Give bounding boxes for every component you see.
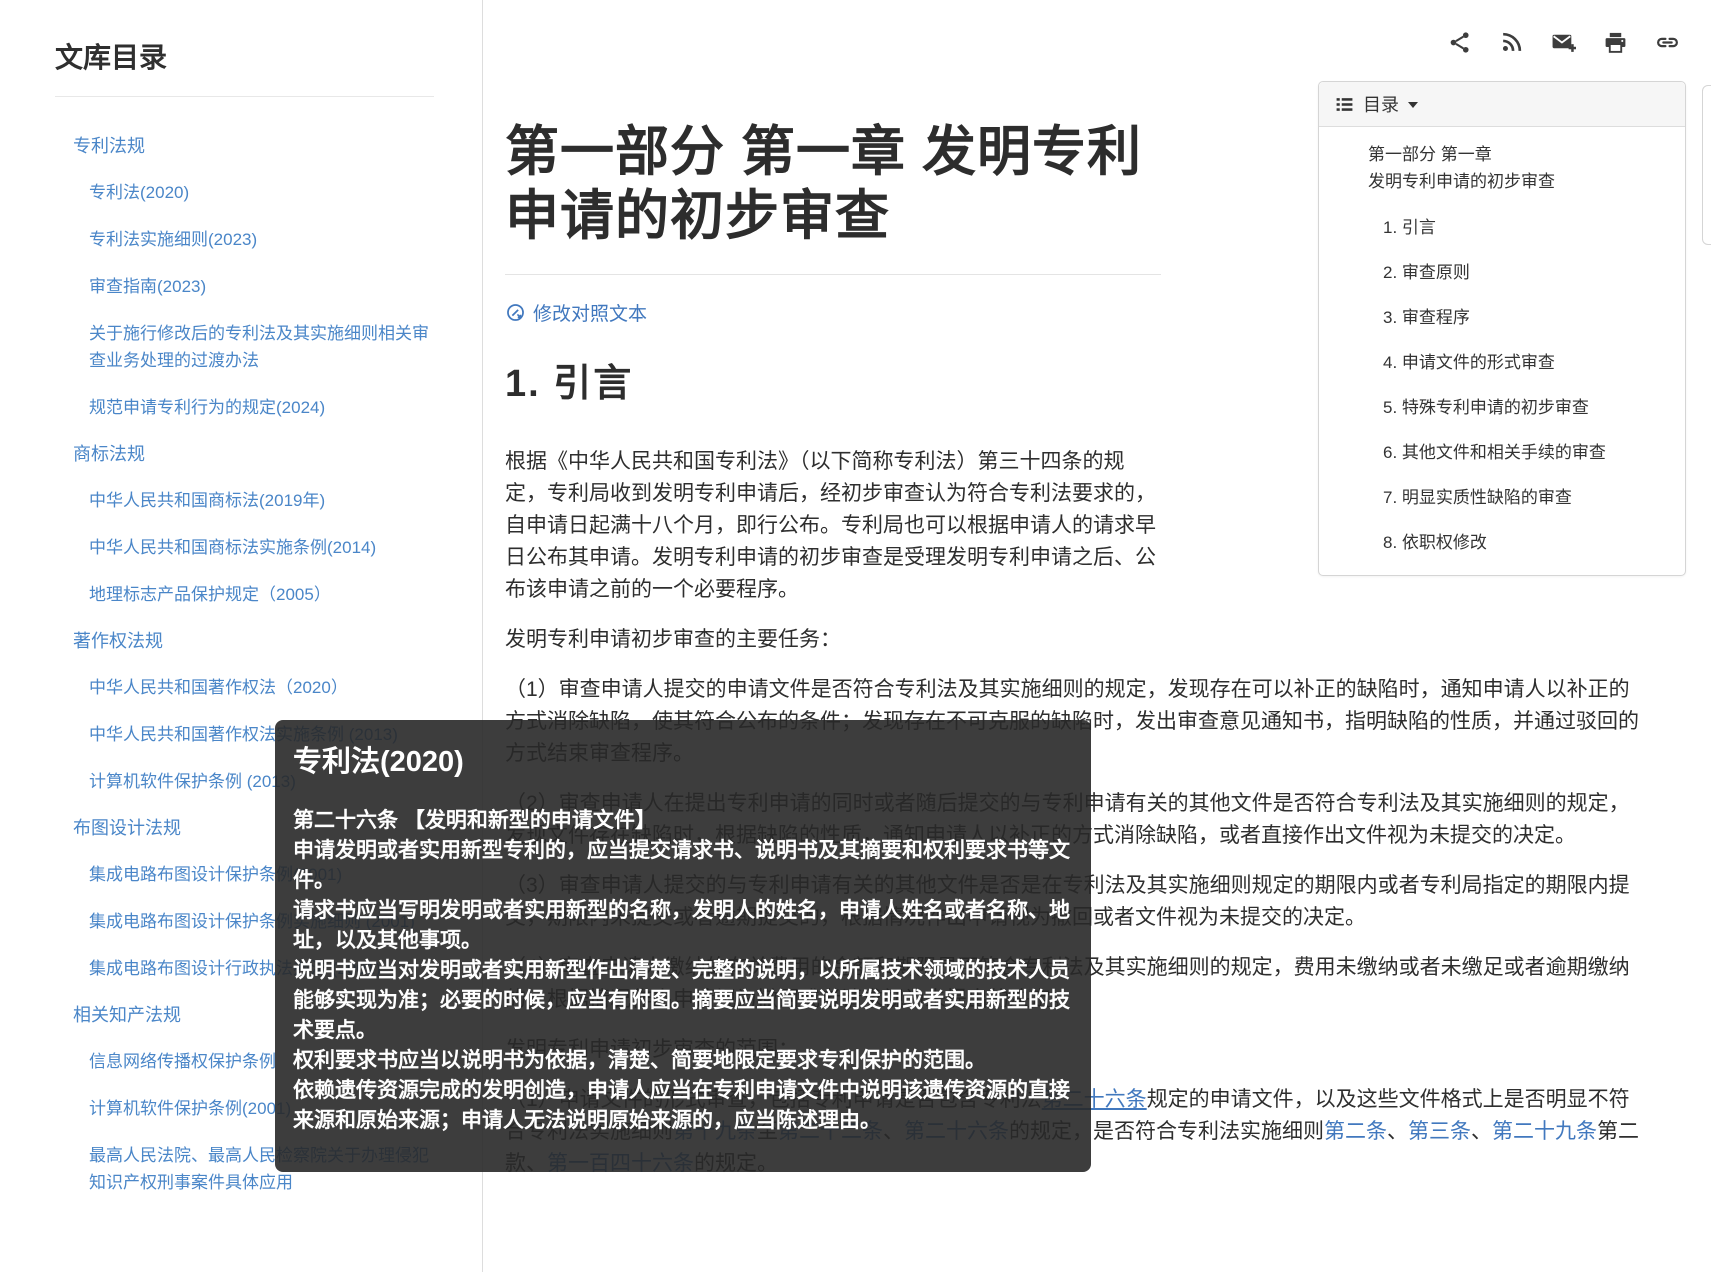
sidebar-category-patent-law[interactable]: 专利法规 — [73, 133, 434, 159]
tooltip-paragraph: 说明书应当对发明或者实用新型作出清楚、完整的说明，以所属技术领域的技术人员能够实… — [293, 956, 1071, 1046]
toc-item-5[interactable]: 5. 特殊专利申请的初步审查 — [1319, 396, 1675, 420]
list-icon — [1335, 95, 1354, 114]
caret-down-icon — [1408, 102, 1418, 108]
sidebar-item[interactable]: 专利法(2020) — [89, 179, 437, 206]
toc-item-7[interactable]: 7. 明显实质性缺陷的审查 — [1319, 486, 1675, 510]
toc-item-3[interactable]: 3. 审查程序 — [1319, 306, 1675, 330]
link-icon[interactable] — [1655, 30, 1680, 55]
toc-header[interactable]: 目录 — [1319, 82, 1685, 127]
sidebar-category-trademark-law[interactable]: 商标法规 — [73, 441, 434, 467]
tooltip-paragraph: 申请发明或者实用新型专利的，应当提交请求书、说明书及其摘要和权利要求书等文件。 — [293, 836, 1071, 896]
title-divider — [505, 274, 1161, 275]
compare-text-link[interactable]: 修改对照文本 — [533, 299, 647, 326]
sidebar-divider — [55, 96, 434, 97]
law-article-tooltip: 专利法(2020) 第二十六条 【发明和新型的申请文件】 申请发明或者实用新型专… — [275, 720, 1091, 1172]
share-icon[interactable] — [1447, 30, 1472, 55]
sidebar-item[interactable]: 中华人民共和国著作权法（2020） — [89, 674, 437, 701]
rss-icon[interactable] — [1499, 30, 1524, 55]
sidebar-category-copyright-law[interactable]: 著作权法规 — [73, 628, 434, 654]
toc-panel: 目录 第一部分 第一章 发明专利申请的初步审查 1. 引言 2. 审查原则 3.… — [1318, 81, 1686, 576]
law-article-link[interactable]: 第二条 — [1324, 1120, 1387, 1143]
sidebar-title: 文库目录 — [55, 38, 482, 78]
toc-title: 目录 — [1363, 91, 1399, 117]
toc-chapter-link[interactable]: 第一部分 第一章 发明专利申请的初步审查 — [1319, 141, 1675, 195]
print-icon[interactable] — [1603, 30, 1628, 55]
toc-chapter-line1: 第一部分 第一章 — [1368, 141, 1675, 168]
text-segment: 、 — [1471, 1120, 1492, 1143]
tooltip-paragraph: 依赖遗传资源完成的发明创造，申请人应当在专利申请文件中说明该遗传资源的直接来源和… — [293, 1076, 1071, 1136]
tooltip-paragraph: 请求书应当写明发明或者实用新型的名称，发明人的姓名，申请人姓名或者名称、地址，以… — [293, 896, 1071, 956]
offscreen-panel-edge — [1702, 85, 1711, 245]
toc-item-1[interactable]: 1. 引言 — [1319, 216, 1675, 240]
sidebar-item[interactable]: 中华人民共和国商标法实施条例(2014) — [89, 534, 437, 561]
email-add-icon[interactable] — [1551, 30, 1576, 55]
text-segment: 、 — [1387, 1120, 1408, 1143]
sidebar-item[interactable]: 地理标志产品保护规定（2005） — [89, 581, 437, 608]
tooltip-title: 专利法(2020) — [293, 738, 1071, 780]
toc-item-6[interactable]: 6. 其他文件和相关手续的审查 — [1319, 441, 1675, 465]
sidebar-item[interactable]: 规范申请专利行为的规定(2024) — [89, 394, 437, 421]
toc-item-2[interactable]: 2. 审查原则 — [1319, 261, 1675, 285]
sidebar-item[interactable]: 审查指南(2023) — [89, 273, 437, 300]
sidebar-item[interactable]: 关于施行修改后的专利法及其实施细则相关审查业务处理的过渡办法 — [89, 320, 437, 374]
sidebar-item[interactable]: 专利法实施细则(2023) — [89, 226, 437, 253]
law-article-link[interactable]: 第二十九条 — [1492, 1120, 1597, 1143]
toc-item-4[interactable]: 4. 申请文件的形式审查 — [1319, 351, 1675, 375]
law-article-link[interactable]: 第三条 — [1408, 1120, 1471, 1143]
tasks-heading: 发明专利申请初步审查的主要任务： — [505, 624, 1645, 656]
compare-icon — [505, 302, 526, 323]
sidebar-item[interactable]: 中华人民共和国商标法(2019年) — [89, 487, 437, 514]
compare-link-row: 修改对照文本 — [505, 299, 1161, 326]
tooltip-paragraph: 权利要求书应当以说明书为依据，清楚、简要地限定要求专利保护的范围。 — [293, 1046, 1071, 1076]
toc-item-8[interactable]: 8. 依职权修改 — [1319, 531, 1675, 555]
page-toolbar — [1447, 30, 1680, 55]
tooltip-paragraph: 第二十六条 【发明和新型的申请文件】 — [293, 806, 1071, 836]
toc-chapter-line2: 发明专利申请的初步审查 — [1368, 168, 1675, 195]
toc-body: 第一部分 第一章 发明专利申请的初步审查 1. 引言 2. 审查原则 3. 审查… — [1319, 127, 1685, 575]
